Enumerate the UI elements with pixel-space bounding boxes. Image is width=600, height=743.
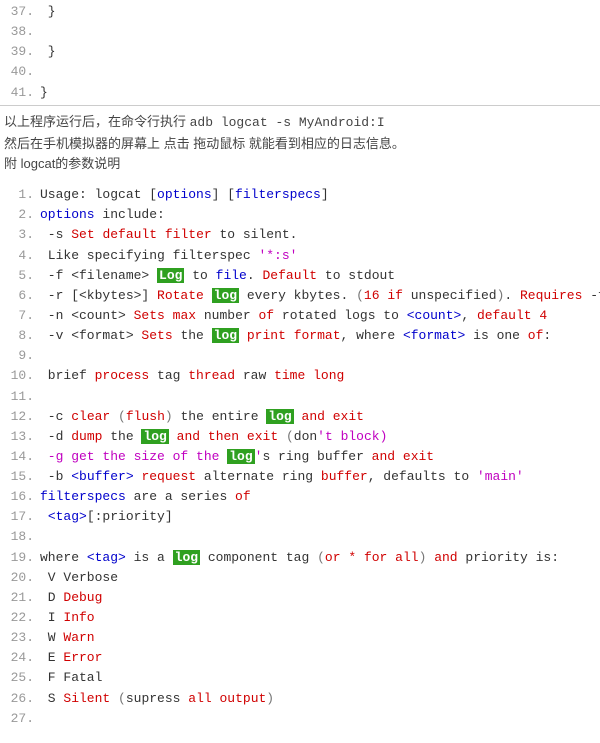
code-line: 17. <tag>[:priority] [0,507,600,527]
code-content: -f <filename> Log to file. Default to st… [34,266,395,286]
code-content: brief process tag thread raw time long [34,366,344,386]
line-number: 3. [6,225,34,245]
code-line: 37. } [0,2,600,22]
code-line: 23. W Warn [0,628,600,648]
code-line: 10. brief process tag thread raw time lo… [0,366,600,386]
code-line: 25. F Fatal [0,668,600,688]
code-content: -v <format> Sets the log print format, w… [34,326,551,346]
code-line: 19.where <tag> is a log component tag (o… [0,548,600,568]
code-line: 2.options include: [0,205,600,225]
line-number: 10. [6,366,34,386]
line-number: 14. [6,447,34,467]
code-content: -s Set default filter to silent. [34,225,298,245]
line-number: 7. [6,306,34,326]
code-line: 7. -n <count> Sets max number of rotated… [0,306,600,326]
code-line: 12. -c clear (flush) the entire log and … [0,407,600,427]
desc-line-3: 附 logcat的参数说明 [4,154,596,175]
code-content: V Verbose [34,568,118,588]
code-line: 9. [0,346,600,366]
code-line: 40. [0,62,600,82]
top-code-block: 37. } 38. 39. } 40. 41.} [0,0,600,106]
code-line: 3. -s Set default filter to silent. [0,225,600,245]
desc-line-2: 然后在手机模拟器的屏幕上 点击 拖动鼠标 就能看到相应的日志信息。 [4,134,596,155]
code-line: 16.filterspecs are a series of [0,487,600,507]
line-number: 41. [6,83,34,103]
line-number: 37. [6,2,34,22]
line-number: 22. [6,608,34,628]
line-number: 27. [6,709,34,729]
code-line: 21. D Debug [0,588,600,608]
code-content: S Silent (supress all output) [34,689,274,709]
code-line: 27. [0,709,600,729]
code-content: } [34,83,48,103]
code-line: 38. [0,22,600,42]
code-content: -n <count> Sets max number of rotated lo… [34,306,547,326]
description-block: 以上程序运行后，在命令行执行 adb logcat -s MyAndroid:I… [0,106,600,181]
code-line: 14. -g get the size of the log's ring bu… [0,447,600,467]
line-number: 12. [6,407,34,427]
line-number: 25. [6,668,34,688]
code-content: <tag>[:priority] [34,507,173,527]
code-line: 26. S Silent (supress all output) [0,689,600,709]
code-line: 22. I Info [0,608,600,628]
code-content: where <tag> is a log component tag (or *… [34,548,559,568]
line-number: 6. [6,286,34,306]
line-number: 39. [6,42,34,62]
line-number: 15. [6,467,34,487]
line-number: 11. [6,387,34,407]
line-number: 8. [6,326,34,346]
line-number: 16. [6,487,34,507]
code-content: D Debug [34,588,102,608]
code-line: 6. -r [<kbytes>] Rotate log every kbytes… [0,286,600,306]
line-number: 1. [6,185,34,205]
line-number: 21. [6,588,34,608]
line-number: 38. [6,22,34,42]
code-line: 5. -f <filename> Log to file. Default to… [0,266,600,286]
line-number: 9. [6,346,34,366]
line-number: 5. [6,266,34,286]
line-number: 40. [6,62,34,82]
usage-code-block: 1.Usage: logcat [options] [filterspecs]2… [0,181,600,729]
code-line: 8. -v <format> Sets the log print format… [0,326,600,346]
line-number: 13. [6,427,34,447]
code-line: 18. [0,527,600,547]
code-content: F Fatal [34,668,102,688]
code-content: -r [<kbytes>] Rotate log every kbytes. (… [34,286,600,306]
line-number: 26. [6,689,34,709]
code-content: I Info [34,608,95,628]
line-number: 2. [6,205,34,225]
code-line: 1.Usage: logcat [options] [filterspecs] [0,185,600,205]
code-content: filterspecs are a series of [34,487,251,507]
code-content: Usage: logcat [options] [filterspecs] [34,185,329,205]
code-line: 20. V Verbose [0,568,600,588]
code-line: 15. -b <buffer> request alternate ring b… [0,467,600,487]
line-number: 19. [6,548,34,568]
code-content: -b <buffer> request alternate ring buffe… [34,467,524,487]
code-content: } [34,42,56,62]
code-line: 24. E Error [0,648,600,668]
code-content: E Error [34,648,102,668]
code-line: 11. [0,387,600,407]
line-number: 20. [6,568,34,588]
line-number: 18. [6,527,34,547]
code-line: 4. Like specifying filterspec '*:s' [0,246,600,266]
code-content: Like specifying filterspec '*:s' [34,246,297,266]
code-content: W Warn [34,628,95,648]
code-content: -d dump the log and then exit (don't blo… [34,427,387,447]
code-line: 39. } [0,42,600,62]
line-number: 24. [6,648,34,668]
code-content: options include: [34,205,165,225]
line-number: 17. [6,507,34,527]
line-number: 23. [6,628,34,648]
code-line: 41.} [0,83,600,103]
code-content: -g get the size of the log's ring buffer… [34,447,434,467]
line-number: 4. [6,246,34,266]
code-line: 13. -d dump the log and then exit (don't… [0,427,600,447]
code-content: } [34,2,56,22]
desc-line-1: 以上程序运行后，在命令行执行 adb logcat -s MyAndroid:I [4,112,596,134]
code-content: -c clear (flush) the entire log and exit [34,407,364,427]
